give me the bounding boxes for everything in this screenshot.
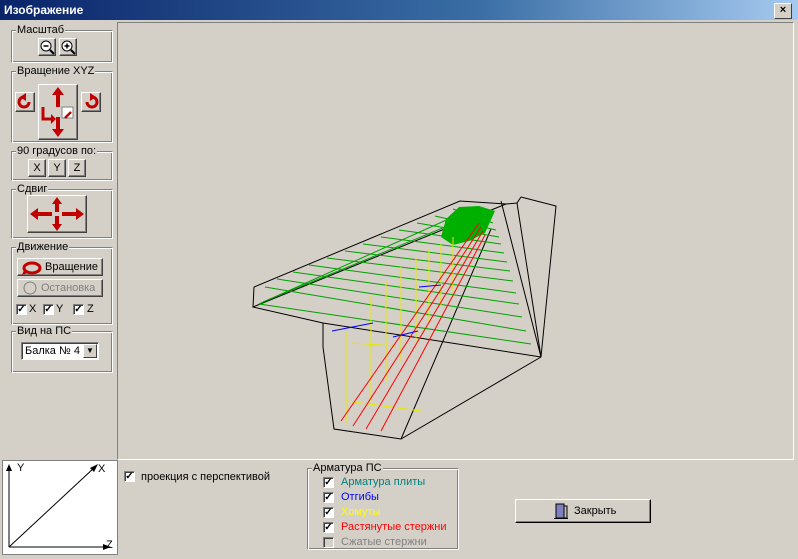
control-panel: Масштаб Вращение XYZ 90 градусов по: X Y… — [6, 22, 113, 452]
rebar-stirrups-label: Хомуты — [341, 506, 381, 518]
shift-arrows-icon — [30, 197, 84, 231]
title-bar: Изображение × — [0, 0, 798, 20]
motion-z-label: Z — [87, 303, 94, 315]
motion-z-checkbox[interactable]: ✓ — [73, 304, 84, 315]
perspective-label: проекция с перспективой — [141, 471, 271, 483]
zoom-in-button[interactable] — [59, 38, 77, 56]
zoom-out-icon — [40, 40, 55, 55]
scale-label: Масштаб — [16, 24, 66, 36]
shift-pad[interactable] — [27, 195, 87, 233]
motion-x-checkbox[interactable]: ✓ — [16, 304, 27, 315]
rebar-tension-label: Растянутые стержни — [341, 521, 447, 533]
rebar-slab-checkbox[interactable]: ✓ — [323, 477, 334, 488]
stop-icon — [23, 281, 37, 295]
beam-3d-drawing — [252, 196, 557, 440]
shift-label: Сдвиг — [16, 183, 49, 195]
axis-x-label: X — [98, 463, 106, 475]
zoom-out-button[interactable] — [38, 38, 56, 56]
motion-x-label: X — [29, 303, 37, 315]
chevron-down-icon[interactable]: ▼ — [83, 344, 97, 358]
rotate-start-button[interactable]: Вращение — [17, 258, 103, 276]
close-button-label: Закрыть — [574, 505, 617, 517]
window-title: Изображение — [4, 3, 84, 17]
motion-group: Движение Вращение Остановка ✓ X ✓ Y ✓ Z — [11, 241, 113, 325]
close-icon[interactable]: × — [774, 3, 792, 19]
rotation-xyz-label: Вращение XYZ — [16, 65, 96, 77]
rotate-90-group: 90 градусов по: X Y Z — [11, 145, 113, 181]
scale-group: Масштаб — [11, 24, 113, 63]
rotate-xyz-pad[interactable] — [38, 84, 78, 140]
rotate-90-y-button[interactable]: Y — [48, 159, 66, 177]
view-select-value: Балка № 4 — [25, 345, 80, 357]
rotate-cw-icon — [85, 93, 99, 109]
axis-y-label: Y — [17, 462, 25, 474]
stop-button[interactable]: Остановка — [17, 279, 103, 297]
rotate-90-label: 90 градусов по: — [16, 145, 98, 157]
close-button[interactable]: Закрыть — [515, 499, 651, 523]
stop-label: Остановка — [41, 282, 96, 294]
rotate-arrows-icon — [41, 87, 74, 137]
rebar-bends-label: Отгибы — [341, 491, 379, 503]
rotate-ccw-icon — [17, 93, 31, 109]
rotation-icon — [22, 261, 42, 275]
rebar-bends-checkbox[interactable]: ✓ — [323, 492, 334, 503]
rotate-90-z-button[interactable]: Z — [68, 159, 86, 177]
rotate-90-x-button[interactable]: X — [28, 159, 46, 177]
zoom-in-icon — [61, 40, 76, 55]
rebar-label: Арматура ПС — [312, 462, 383, 474]
rebar-stirrups-checkbox[interactable]: ✓ — [323, 507, 334, 518]
rotate-start-label: Вращение — [45, 261, 98, 273]
rebar-slab-label: Арматура плиты — [341, 476, 426, 488]
rebar-tension-checkbox[interactable]: ✓ — [323, 522, 334, 533]
motion-y-label: Y — [56, 303, 64, 315]
rotate-ccw-button[interactable] — [15, 92, 35, 112]
door-icon — [554, 503, 568, 519]
view-label: Вид на ПС — [16, 325, 73, 337]
shift-group: Сдвиг — [11, 183, 113, 239]
rotation-xyz-group: Вращение XYZ — [11, 65, 113, 143]
axes-preview: Y X Z — [2, 460, 118, 555]
perspective-checkbox[interactable]: ✓ — [124, 471, 135, 482]
axis-z-label: Z — [106, 539, 113, 551]
rebar-compression-label: Сжатые стержни — [341, 536, 427, 548]
rebar-compression-checkbox[interactable] — [323, 537, 334, 548]
view-select[interactable]: Балка № 4 ▼ — [21, 342, 99, 360]
viewport-3d[interactable] — [117, 22, 794, 460]
rotate-cw-button[interactable] — [81, 92, 101, 112]
motion-y-checkbox[interactable]: ✓ — [43, 304, 54, 315]
motion-label: Движение — [16, 241, 70, 253]
